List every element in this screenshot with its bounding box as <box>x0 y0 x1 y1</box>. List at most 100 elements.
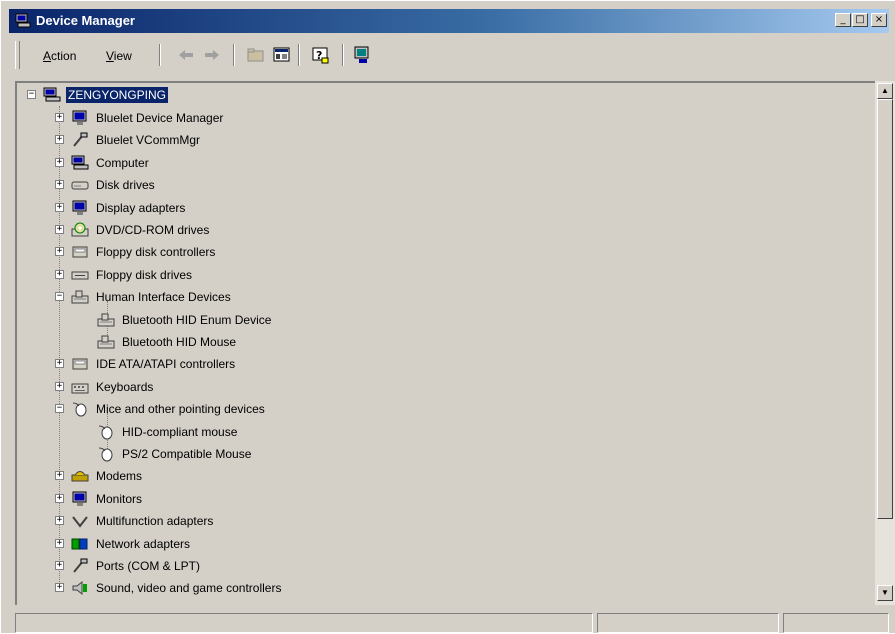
scroll-thumb[interactable] <box>877 99 893 519</box>
tree-expand-toggle[interactable]: + <box>55 516 64 526</box>
vertical-scrollbar[interactable]: ▲ ▼ <box>875 81 895 605</box>
tree-category-item[interactable]: Sound, video and game controllers <box>71 577 283 599</box>
monitor-icon <box>72 110 87 125</box>
menu-action-accel: A <box>43 49 52 63</box>
modem-icon <box>71 471 89 482</box>
tree-expand-toggle[interactable]: + <box>55 135 64 145</box>
properties-icon[interactable] <box>272 45 292 65</box>
svg-text:?: ? <box>316 49 322 62</box>
mouse-icon <box>72 402 87 417</box>
tree-category-item[interactable]: Multifunction adapters <box>71 510 215 532</box>
tree-item-label: Bluetooth HID Mouse <box>122 335 237 349</box>
tree-expand-toggle[interactable]: + <box>55 157 64 167</box>
menu-toolbar: Action View ? <box>9 35 889 75</box>
scroll-down-button[interactable]: ▼ <box>877 585 893 601</box>
forward-arrow-icon[interactable] <box>202 45 222 65</box>
tree-root-computer[interactable]: ZENGYONGPING <box>43 84 169 106</box>
tree-item-label: Display adapters <box>96 200 186 215</box>
menu-action[interactable]: Action <box>43 49 76 63</box>
tree-item-label: Human Interface Devices <box>96 290 231 305</box>
tree-category-item[interactable]: Bluelet VCommMgr <box>71 129 202 151</box>
tree-category-item[interactable]: Modems <box>71 465 144 487</box>
tree-expand-toggle[interactable]: + <box>55 583 64 593</box>
computer-icon <box>43 87 61 102</box>
back-arrow-icon[interactable] <box>176 45 196 65</box>
close-glyph: × <box>874 14 884 25</box>
tree-category-item[interactable]: Keyboards <box>71 376 155 398</box>
tree-expand-toggle[interactable]: + <box>55 202 64 212</box>
tree-category-item[interactable]: Mice and other pointing devices <box>71 398 267 420</box>
scroll-up-button[interactable]: ▲ <box>877 83 893 99</box>
monitor-icon <box>72 491 87 506</box>
window-title: Device Manager <box>36 13 135 28</box>
tree-item-label: Mice and other pointing devices <box>96 402 265 417</box>
toolbar-separator <box>233 44 235 66</box>
port-icon <box>73 132 88 148</box>
minimize-button[interactable]: _ <box>835 13 851 27</box>
port-icon <box>73 558 88 573</box>
tree-device-item[interactable]: PS/2 Compatible Mouse <box>97 443 253 465</box>
status-pane-main <box>15 613 593 633</box>
status-pane-3 <box>783 613 889 633</box>
tree-device-item[interactable]: Bluetooth HID Mouse <box>97 331 238 353</box>
toolbar-grip[interactable] <box>15 41 20 69</box>
network-icon <box>71 538 88 550</box>
tree-expand-toggle[interactable]: + <box>55 493 64 503</box>
tree-expand-toggle[interactable]: − <box>55 292 64 302</box>
close-button[interactable]: × <box>871 13 887 27</box>
menu-view-accel: V <box>106 49 114 63</box>
tree-category-item[interactable]: Network adapters <box>71 533 192 555</box>
tree-category-item[interactable]: Bluelet Device Manager <box>71 107 225 129</box>
tree-expand-toggle[interactable]: + <box>55 538 64 548</box>
tree-expand-toggle[interactable]: + <box>55 381 64 391</box>
tree-category-item[interactable]: Display adapters <box>71 197 187 219</box>
tree-category-item[interactable]: Human Interface Devices <box>71 286 233 308</box>
tree-category-item[interactable]: Floppy disk controllers <box>71 241 217 263</box>
tree-item-label: Modems <box>96 469 143 484</box>
maximize-button[interactable]: □ <box>852 13 868 27</box>
tree-expand-toggle[interactable]: + <box>55 113 64 122</box>
help-icon[interactable]: ? <box>311 45 331 65</box>
tree-category-item[interactable]: Computer <box>71 152 151 174</box>
tree-item-label: Bluelet VCommMgr <box>96 133 201 148</box>
device-tree[interactable]: − ZENGYONGPING + Bluelet Device Manager + B… <box>15 81 895 605</box>
tree-expand-toggle[interactable]: + <box>55 180 64 190</box>
tree-category-item[interactable]: Floppy disk drives <box>71 264 194 286</box>
tree-expand-toggle[interactable]: + <box>55 359 64 369</box>
tree-category-item[interactable]: DVD/CD-ROM drives <box>71 219 211 241</box>
tree-item-label: HID-compliant mouse <box>122 424 238 439</box>
tree-expand-toggle[interactable]: + <box>55 247 64 257</box>
tree-expand-toggle[interactable]: − <box>55 404 64 414</box>
sound-icon <box>72 581 87 596</box>
tree-item-label: Floppy disk drives <box>96 267 193 282</box>
scan-hardware-icon[interactable] <box>352 45 372 65</box>
up-folder-icon[interactable] <box>246 45 266 65</box>
mouse-icon <box>98 447 113 462</box>
tree-item-label: Disk drives <box>96 178 155 193</box>
tree-item-label: Floppy disk controllers <box>96 245 216 260</box>
tree-item-label: Multifunction adapters <box>96 514 214 529</box>
tree-expand-toggle[interactable]: + <box>55 225 64 234</box>
tree-category-item[interactable]: Disk drives <box>71 174 157 196</box>
title-bar[interactable]: Device Manager _ □ × <box>9 9 889 33</box>
device-manager-app-icon <box>15 13 31 28</box>
tree-category-item[interactable]: IDE ATA/ATAPI controllers <box>71 353 237 375</box>
tree-category-item[interactable]: Ports (COM & LPT) <box>71 555 202 577</box>
tree-item-label: Monitors <box>96 491 143 506</box>
tree-expand-toggle[interactable]: + <box>55 269 64 279</box>
toolbar-separator <box>342 44 344 66</box>
controller-icon <box>72 358 88 370</box>
monitor-icon <box>72 200 87 215</box>
tree-category-item[interactable]: Monitors <box>71 488 144 510</box>
cdrom-icon <box>71 222 89 237</box>
disk-drive-icon <box>71 181 89 190</box>
tree-expand-toggle[interactable]: + <box>55 561 64 570</box>
tree-device-item[interactable]: Bluetooth HID Enum Device <box>97 309 273 331</box>
menu-view-label: iew <box>113 49 132 63</box>
tree-item-label: IDE ATA/ATAPI controllers <box>96 357 236 372</box>
tree-device-item[interactable]: HID-compliant mouse <box>97 421 239 443</box>
tree-expand-toggle[interactable]: + <box>55 471 64 481</box>
menu-view[interactable]: View <box>106 49 132 63</box>
root-collapse-toggle[interactable]: − <box>27 90 36 99</box>
tree-item-label: PS/2 Compatible Mouse <box>122 447 252 461</box>
